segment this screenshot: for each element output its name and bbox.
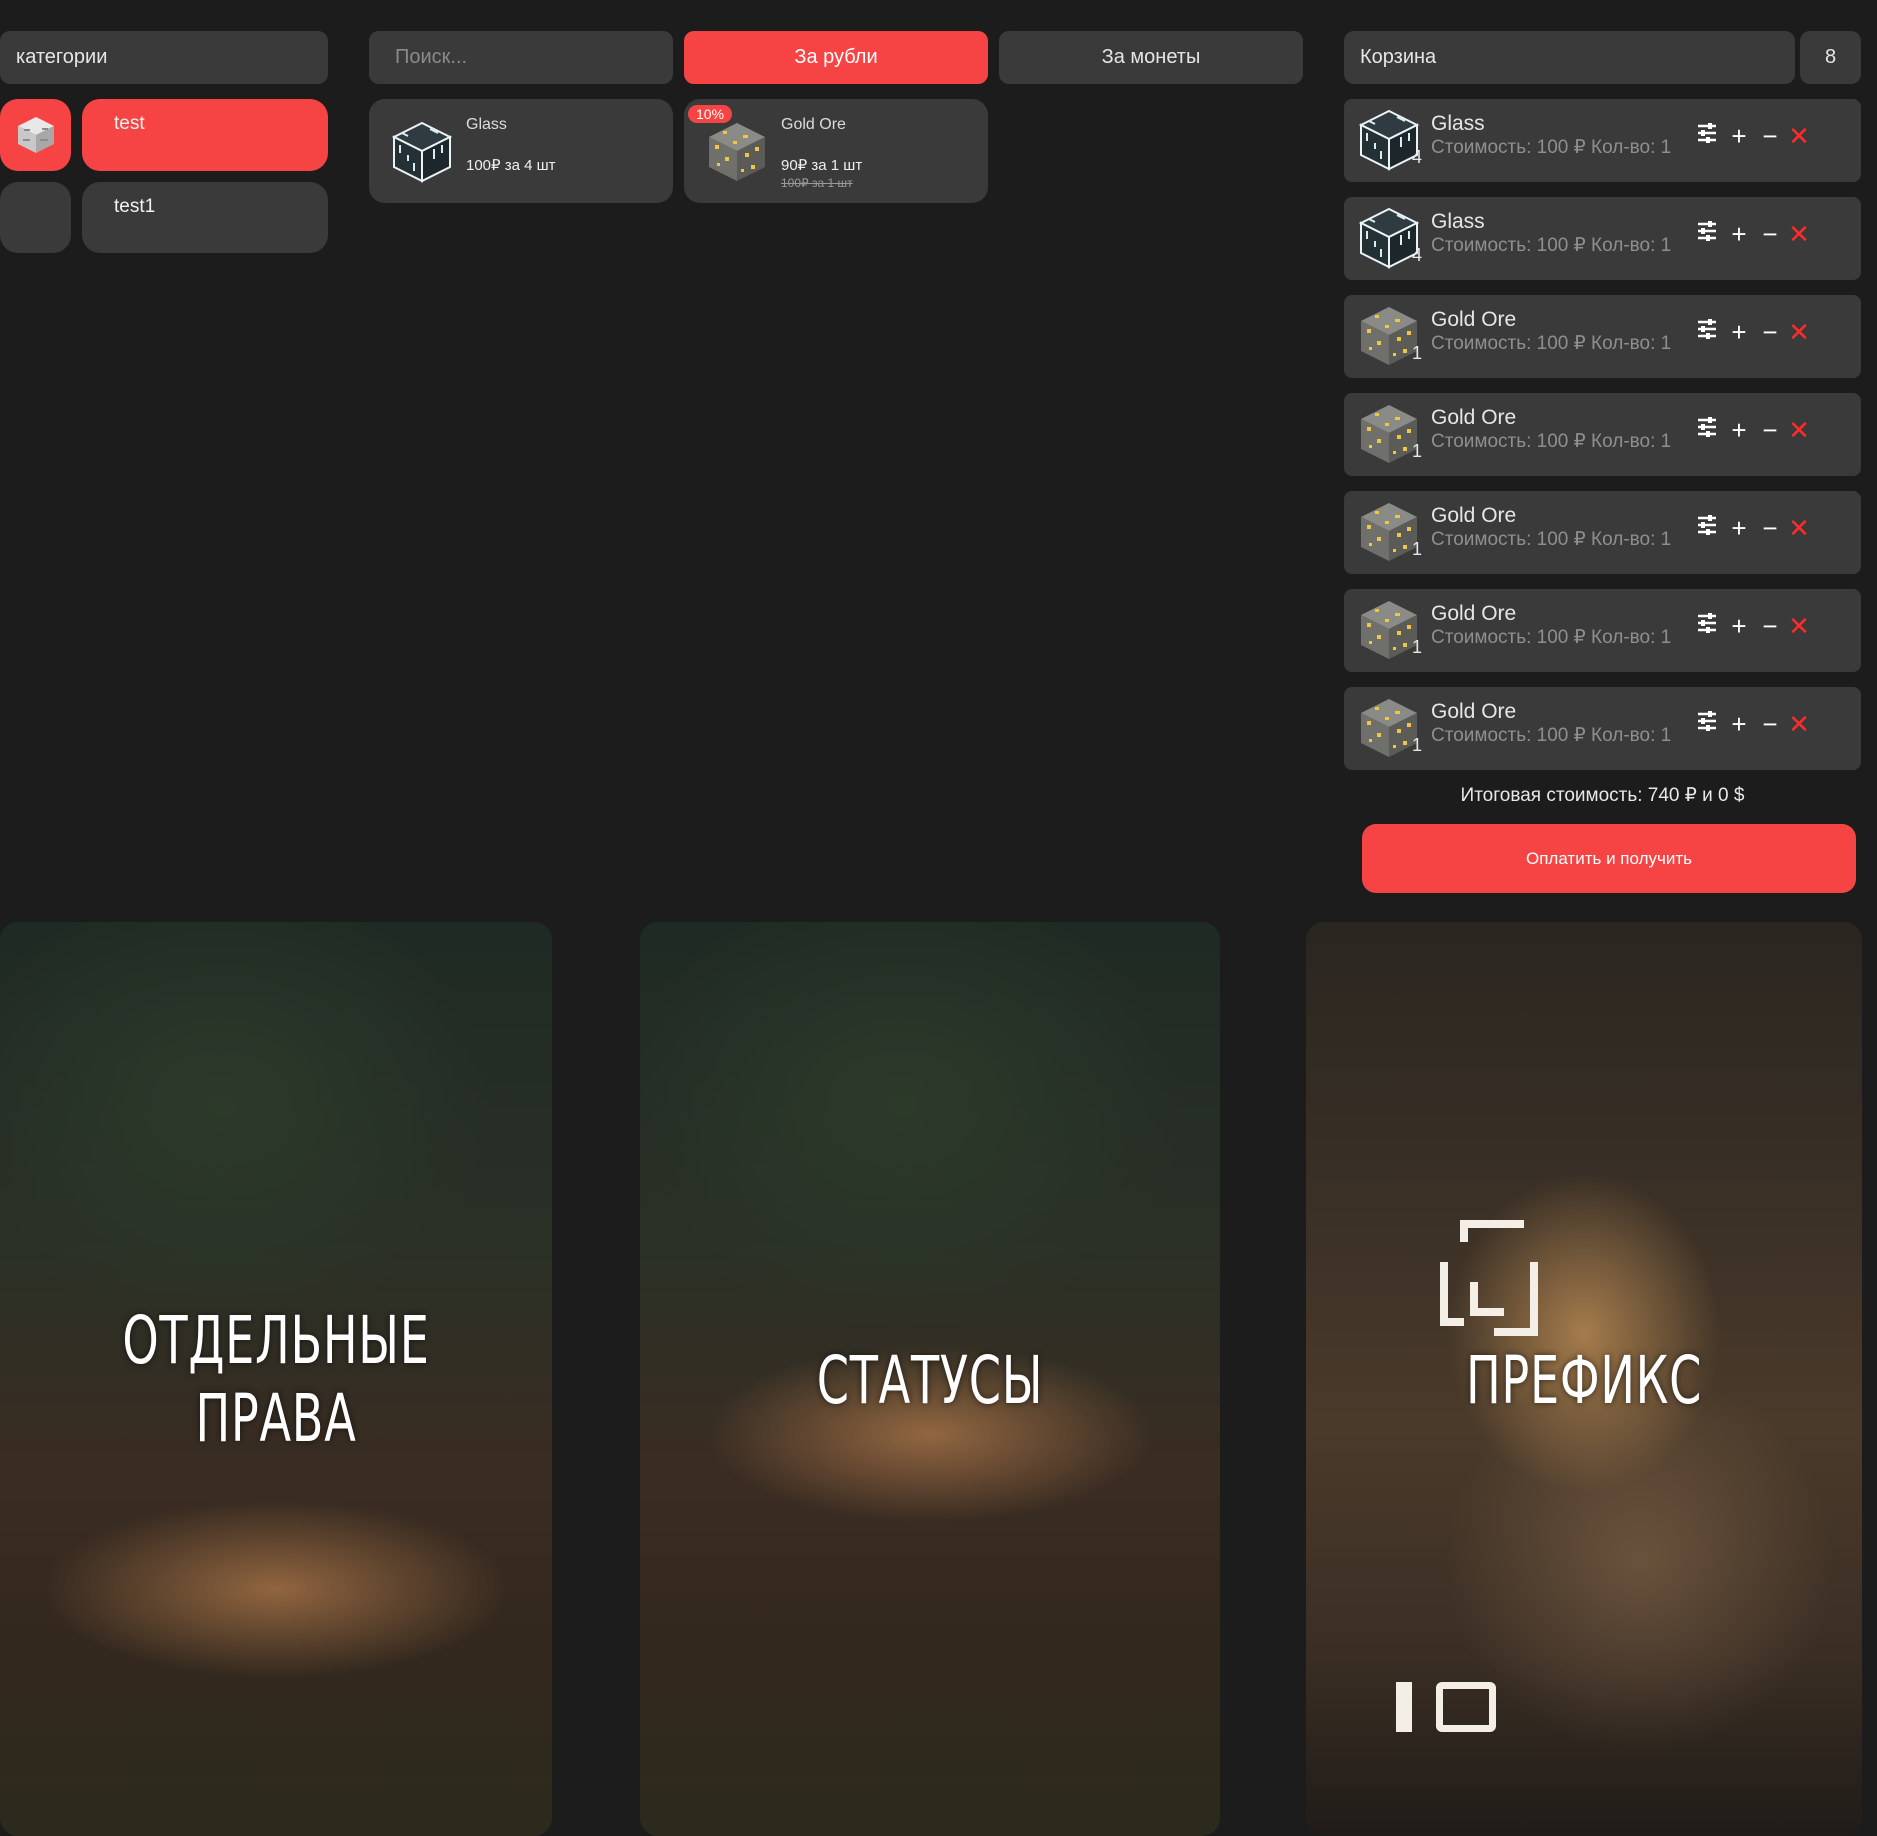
adjust-icon[interactable]: [1694, 709, 1720, 739]
cart-item-name: Glass: [1431, 112, 1485, 135]
cart-header: Корзина: [1344, 31, 1795, 84]
tab-rubles[interactable]: За рубли: [684, 31, 988, 84]
banner-statuses[interactable]: СТАТУСЫ: [640, 922, 1220, 1836]
increase-button[interactable]: +: [1726, 709, 1752, 739]
cart-count: 8: [1824, 46, 1837, 68]
increase-button[interactable]: +: [1726, 219, 1752, 249]
product-price: 100₽ за 4 шт: [466, 157, 556, 174]
cart-item-info: Стоимость: 100 ₽ Кол-во: 1: [1431, 137, 1672, 158]
stone-block-icon: [17, 117, 54, 153]
remove-button[interactable]: ✕: [1786, 121, 1812, 151]
tab-coins-label: За монеты: [1101, 46, 1201, 68]
remove-button[interactable]: ✕: [1786, 513, 1812, 543]
cart-item-name: Gold Ore: [1431, 308, 1517, 331]
category-icon-test1[interactable]: [0, 182, 71, 253]
cart-item: 1 Gold Ore Стоимость: 100 ₽ Кол-во: 1 + …: [1344, 393, 1861, 476]
decrease-button[interactable]: −: [1757, 121, 1783, 151]
product-name: Glass: [466, 116, 507, 133]
cart-item-stack-count: 4: [1412, 147, 1423, 167]
decrease-button[interactable]: −: [1757, 317, 1783, 347]
remove-button[interactable]: ✕: [1786, 709, 1812, 739]
decor-glyph-icon: [1396, 1682, 1412, 1732]
discount-badge: 10%: [688, 105, 733, 123]
cart-item-name: Gold Ore: [1431, 504, 1517, 527]
product-name: Gold Ore: [781, 116, 846, 133]
product-card-gold-ore[interactable]: 10% Gold Ore 90₽ за 1 шт 100₽ за 1 шт: [684, 99, 988, 203]
cart-item-name: Gold Ore: [1431, 406, 1517, 429]
glass-block-icon: [390, 116, 454, 186]
cart-item-stack-count: 1: [1412, 343, 1423, 363]
banner-title: ОТДЕЛЬНЫЕ ПРАВА: [83, 1302, 469, 1458]
gold-ore-icon: [705, 118, 769, 184]
cart-item-stack-count: 1: [1412, 441, 1423, 461]
banner-title-line: ПРАВА: [195, 1380, 357, 1457]
increase-button[interactable]: +: [1726, 513, 1752, 543]
decor-square-icon: [1436, 1682, 1496, 1732]
cart-title: Корзина: [1360, 46, 1437, 68]
adjust-icon[interactable]: [1694, 121, 1720, 151]
cart-total: Итоговая стоимость: 740 ₽ и 0 $: [1460, 785, 1745, 806]
cart-item: 1 Gold Ore Стоимость: 100 ₽ Кол-во: 1 + …: [1344, 295, 1861, 378]
adjust-icon[interactable]: [1694, 415, 1720, 445]
decrease-button[interactable]: −: [1757, 709, 1783, 739]
banner-title: ПРЕФИКС: [1465, 1342, 1703, 1419]
cart-item-info: Стоимость: 100 ₽ Кол-во: 1: [1431, 235, 1672, 256]
cart-item: 4 Glass Стоимость: 100 ₽ Кол-во: 1 + − ✕: [1344, 99, 1861, 182]
category-item-test1[interactable]: test1: [82, 182, 328, 253]
adjust-icon[interactable]: [1694, 219, 1720, 249]
tab-coins[interactable]: За монеты: [999, 31, 1303, 84]
cart-item-info: Стоимость: 100 ₽ Кол-во: 1: [1431, 725, 1672, 746]
remove-button[interactable]: ✕: [1786, 611, 1812, 641]
adjust-icon[interactable]: [1694, 611, 1720, 641]
product-price: 90₽ за 1 шт: [781, 157, 863, 174]
cart-item: 1 Gold Ore Стоимость: 100 ₽ Кол-во: 1 + …: [1344, 687, 1861, 770]
product-old-price: 100₽ за 1 шт: [781, 176, 853, 190]
increase-button[interactable]: +: [1726, 317, 1752, 347]
banner-title-line: ОТДЕЛЬНЫЕ: [122, 1302, 430, 1379]
cart-item-stack-count: 1: [1412, 539, 1423, 559]
cart-item: 4 Glass Стоимость: 100 ₽ Кол-во: 1 + − ✕: [1344, 197, 1861, 280]
cart-item-stack-count: 1: [1412, 637, 1423, 657]
category-icon-test[interactable]: [0, 99, 71, 171]
banner-individual-permissions[interactable]: ОТДЕЛЬНЫЕ ПРАВА: [0, 922, 552, 1836]
decrease-button[interactable]: −: [1757, 415, 1783, 445]
cart-item-info: Стоимость: 100 ₽ Кол-во: 1: [1431, 333, 1672, 354]
banner-prefix[interactable]: ПРЕФИКС: [1306, 922, 1862, 1836]
cart-item-name: Glass: [1431, 210, 1485, 233]
categories-header: категории: [0, 31, 328, 84]
pay-button-label: Оплатить и получить: [1526, 848, 1692, 868]
increase-button[interactable]: +: [1726, 121, 1752, 151]
prefix-frame-icon: [1440, 1220, 1538, 1336]
banner-title: СТАТУСЫ: [816, 1342, 1044, 1419]
category-item-test[interactable]: test: [82, 99, 328, 171]
cart-item: 1 Gold Ore Стоимость: 100 ₽ Кол-во: 1 + …: [1344, 589, 1861, 672]
remove-button[interactable]: ✕: [1786, 219, 1812, 249]
cart-item-stack-count: 1: [1412, 735, 1423, 755]
tab-rubles-label: За рубли: [794, 46, 878, 68]
pay-button[interactable]: Оплатить и получить: [1362, 824, 1856, 893]
increase-button[interactable]: +: [1726, 415, 1752, 445]
category-label: test: [114, 113, 145, 134]
cart-item: 1 Gold Ore Стоимость: 100 ₽ Кол-во: 1 + …: [1344, 491, 1861, 574]
decrease-button[interactable]: −: [1757, 219, 1783, 249]
cart-item-info: Стоимость: 100 ₽ Кол-во: 1: [1431, 627, 1672, 648]
cart-item-name: Gold Ore: [1431, 602, 1517, 625]
category-label: test1: [114, 196, 156, 217]
cart-count-badge: 8: [1800, 31, 1861, 84]
search-placeholder: Поиск...: [395, 46, 468, 68]
cart-item-info: Стоимость: 100 ₽ Кол-во: 1: [1431, 431, 1672, 452]
product-card-glass[interactable]: Glass 100₽ за 4 шт: [369, 99, 673, 203]
remove-button[interactable]: ✕: [1786, 317, 1812, 347]
decrease-button[interactable]: −: [1757, 611, 1783, 641]
cart-item-stack-count: 4: [1412, 245, 1423, 265]
cart-item-name: Gold Ore: [1431, 700, 1517, 723]
adjust-icon[interactable]: [1694, 513, 1720, 543]
categories-header-label: категории: [16, 46, 108, 68]
cart-item-info: Стоимость: 100 ₽ Кол-во: 1: [1431, 529, 1672, 550]
remove-button[interactable]: ✕: [1786, 415, 1812, 445]
decrease-button[interactable]: −: [1757, 513, 1783, 543]
search-input[interactable]: Поиск...: [369, 31, 673, 84]
increase-button[interactable]: +: [1726, 611, 1752, 641]
adjust-icon[interactable]: [1694, 317, 1720, 347]
